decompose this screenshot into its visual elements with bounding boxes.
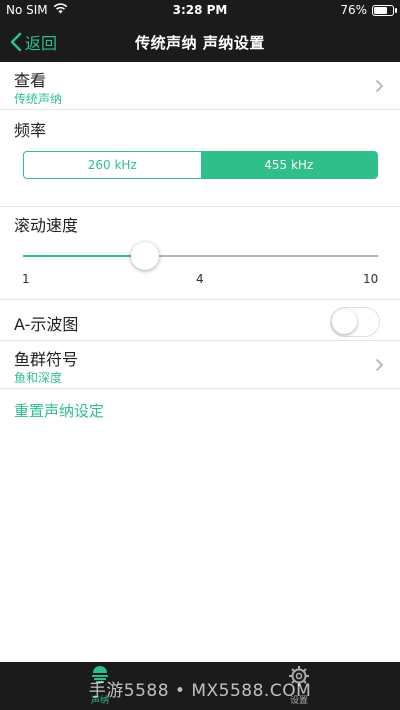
tab-sonar-label: 声纳 [90,696,109,706]
slider-fill [23,255,145,257]
toggle-knob [332,309,357,334]
gear-icon [289,666,309,686]
reset-sonar-settings-button[interactable]: 重置声纳设定 [14,400,104,421]
fish-symbol-title: 鱼群符号 [14,350,79,369]
sonar-icon [92,666,108,683]
view-value: 传统声纳 [14,92,63,106]
tab-settings[interactable]: 设置 [269,664,329,706]
slider-mid-label: 4 [196,272,204,286]
scroll-speed-slider[interactable] [23,242,378,270]
scroll-speed-title: 滚动速度 [14,216,79,235]
frequency-option-260[interactable]: 260 kHz [24,152,201,178]
chevron-right-icon [375,79,384,93]
frequency-title: 频率 [14,121,47,140]
fish-symbol-row[interactable]: 鱼群符号 鱼和深度 [0,341,400,389]
frequency-segmented-control: 260 kHz 455 kHz [23,151,378,179]
view-row[interactable]: 查看 传统声纳 [0,62,400,110]
navigation-bar: 返回 传统声纳 声纳设置 [0,22,400,62]
slider-max-label: 10 [363,272,379,286]
page-title: 传统声纳 声纳设置 [135,34,265,52]
frequency-option-455[interactable]: 455 kHz [200,152,377,178]
chevron-right-icon [375,358,384,372]
battery-icon [372,4,397,16]
a-scope-toggle[interactable] [330,307,380,337]
tab-bar: 声纳 设置 [0,662,400,710]
slider-thumb[interactable] [131,242,159,270]
battery-percent: 76% [340,3,367,17]
status-right: 76% [340,3,397,17]
status-bar: No SIM 3:28 PM 76% [0,0,400,22]
battery-fill [374,6,387,14]
tab-sonar[interactable]: 声纳 [70,664,130,706]
scroll-speed-section: 滚动速度 [0,207,400,300]
slider-min-label: 1 [22,272,30,286]
view-title: 查看 [14,71,47,90]
fish-symbol-value: 鱼和深度 [14,371,63,385]
tab-settings-label: 设置 [289,696,308,706]
sonar-settings-screen: No SIM 3:28 PM 76% 返回 传统声纳 声纳设置 查看 传统声纳 … [0,0,400,710]
a-scope-title: A-示波图 [14,315,79,334]
